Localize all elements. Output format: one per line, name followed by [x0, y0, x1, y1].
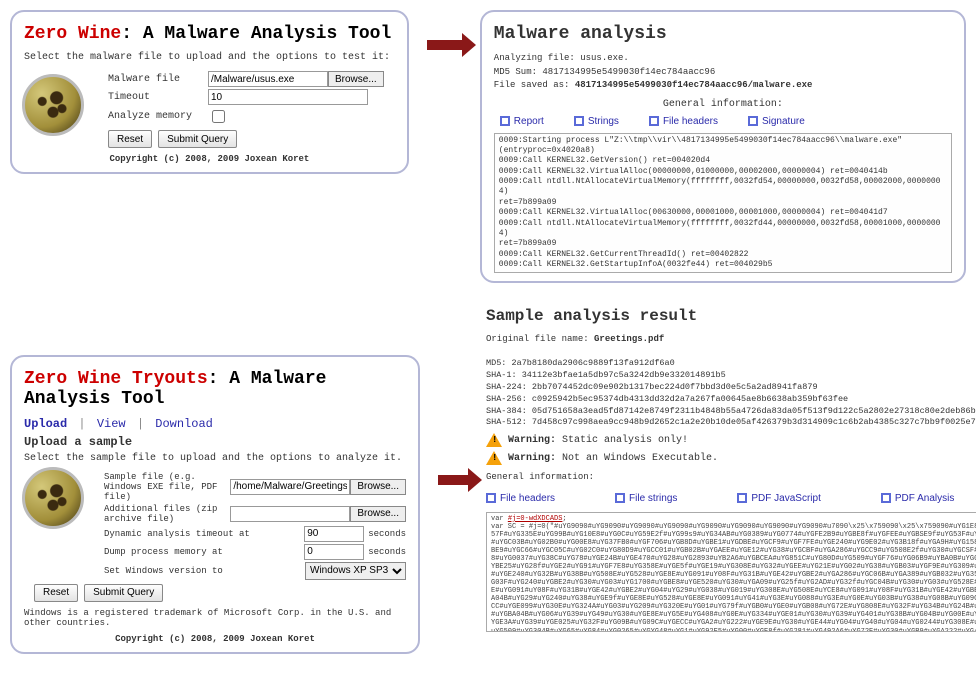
trace-log-box[interactable]: 0009:Starting process L"Z:\\tmp\\vir\\48…	[494, 133, 952, 273]
warning-not-exe: Warning: Not an Windows Executable.	[486, 451, 976, 465]
arrow-right-icon	[427, 40, 462, 50]
analyze-memory-checkbox[interactable]	[212, 110, 225, 123]
arrow-connector	[438, 445, 468, 485]
upload-panel-tryouts: Zero Wine Tryouts: A Malware Analysis To…	[10, 355, 420, 654]
submit-button2[interactable]: Submit Query	[84, 584, 163, 602]
dyn-timeout-input[interactable]	[304, 526, 364, 542]
saved-line: File saved as: 4817134995e5499030f14ec78…	[494, 79, 952, 93]
upload-form: Malware file Browse... Timeout Analyze m…	[108, 71, 395, 148]
panel-title: Zero Wine: A Malware Analysis Tool	[24, 24, 395, 44]
additional-files-input[interactable]	[230, 506, 350, 522]
sample-title: Sample analysis result	[486, 307, 976, 325]
petri-dish-image	[22, 74, 84, 136]
report-link[interactable]: Report	[500, 116, 544, 127]
reset-button2[interactable]: Reset	[34, 584, 78, 602]
reset-button[interactable]: Reset	[108, 130, 152, 148]
analyze-memory-label: Analyze memory	[108, 111, 208, 122]
title-black: : A Malware Analysis Tool	[121, 24, 391, 44]
file-strings-link[interactable]: File strings	[615, 493, 677, 504]
signature-link[interactable]: Signature	[748, 116, 805, 127]
browse-button[interactable]: Browse...	[350, 479, 406, 495]
md5-line: MD5 Sum: 4817134995e5499030f14ec784aacc9…	[494, 66, 952, 80]
hash-md5: MD5: 2a7b8180da2906c9889f13fa912df6a0	[486, 358, 976, 370]
browse-button2[interactable]: Browse...	[350, 506, 406, 522]
winver-label: Set Windows version to	[104, 566, 305, 576]
hash-sha384: SHA-384: 05d751658a3ead5fd87142e8749f231…	[486, 406, 976, 418]
title-red: Zero Wine	[24, 24, 121, 44]
warning-icon	[486, 451, 502, 465]
general-info-header2: General information:	[486, 471, 976, 485]
dyn-timeout-label: Dynamic analysis timeout at	[104, 529, 304, 539]
orig-filename: Greetings.pdf	[594, 334, 664, 344]
doc-icon	[649, 116, 659, 126]
doc-icon	[748, 116, 758, 126]
javascript-dump-box[interactable]: var #j=0-wdXDCADS; var SC = #j=0("#uYG90…	[486, 512, 976, 632]
sample-analysis-panel: Sample analysis result Original file nam…	[486, 305, 976, 632]
result-links: Report Strings File headers Signature	[500, 116, 952, 127]
doc-icon	[486, 493, 496, 503]
nav-view[interactable]: View	[97, 417, 126, 431]
hash-list: MD5: 2a7b8180da2906c9889f13fa912df6a0 SH…	[486, 358, 976, 429]
arrow-connector	[427, 10, 462, 50]
seconds-unit2: seconds	[368, 547, 406, 557]
trademark-text: Windows is a registered trademark of Mic…	[24, 608, 406, 628]
doc-icon	[881, 493, 891, 503]
doc-icon	[737, 493, 747, 503]
malware-file-label: Malware file	[108, 74, 208, 85]
pdf-js-link[interactable]: PDF JavaScript	[737, 493, 820, 504]
timeout-label: Timeout	[108, 92, 208, 103]
doc-icon	[574, 116, 584, 126]
hash-sha512: SHA-512: 7d458c97c998aea9cc948b9d2652c1a…	[486, 417, 976, 429]
timeout-input[interactable]	[208, 89, 368, 105]
submit-button[interactable]: Submit Query	[158, 130, 237, 148]
upload-form2: Sample file (e.g. Windows EXE file, PDF …	[104, 472, 406, 580]
js-var: #j=0-wdXDCADS	[508, 515, 563, 523]
hash-sha1: SHA-1: 34112e3bfae1a5db97c5a3242db9e3320…	[486, 370, 976, 382]
copyright-text: Copyright (c) 2008, 2009 Joxean Koret	[24, 154, 395, 164]
doc-icon	[615, 493, 625, 503]
upload-prompt2: Select the sample file to upload and the…	[24, 453, 406, 464]
upload-panel-zerowine: Zero Wine: A Malware Analysis Tool Selec…	[10, 10, 409, 174]
nav-upload[interactable]: Upload	[24, 417, 67, 431]
result-title: Malware analysis	[494, 24, 952, 44]
warning-icon	[486, 433, 502, 447]
strings-link[interactable]: Strings	[574, 116, 619, 127]
malware-file-input[interactable]	[208, 71, 328, 87]
js-blob: #j=0("#uYG9090#uYG9090#uYG9090#uYG9090#u…	[491, 523, 976, 632]
sample-file-input[interactable]	[230, 479, 350, 495]
saved-prefix: File saved as:	[494, 80, 575, 90]
seconds-unit: seconds	[368, 529, 406, 539]
result2-links: File headers File strings PDF JavaScript…	[486, 493, 976, 504]
upload-subheader: Upload a sample	[24, 435, 406, 449]
orig-filename-line: Original file name: Greetings.pdf	[486, 333, 976, 347]
arrow-right-icon	[438, 475, 468, 485]
panel2-title: Zero Wine Tryouts: A Malware Analysis To…	[24, 369, 406, 409]
pdf-analysis-link[interactable]: PDF Analysis	[881, 493, 954, 504]
saved-path: 4817134995e5499030f14ec784aacc96/malware…	[575, 80, 813, 90]
analysis-result-panel: Malware analysis Analyzing file: usus.ex…	[480, 10, 966, 283]
sample-file-label: Sample file (e.g. Windows EXE file, PDF …	[104, 472, 230, 502]
orig-prefix: Original file name:	[486, 334, 594, 344]
winver-select[interactable]: Windows XP SP3	[305, 562, 406, 580]
general-info-header: General information:	[494, 99, 952, 110]
petri-dish-image	[22, 467, 84, 529]
file-headers-link[interactable]: File headers	[649, 116, 718, 127]
additional-files-label: Additional files (zip archive file)	[104, 504, 230, 524]
doc-icon	[500, 116, 510, 126]
upload-prompt: Select the malware file to upload and th…	[24, 52, 395, 63]
hash-sha224: SHA-224: 2bb7074452dc09e902b1317bec224d0…	[486, 382, 976, 394]
warning-static: Warning: Static analysis only!	[486, 433, 976, 447]
dump-input[interactable]	[304, 544, 364, 560]
file-headers-link2[interactable]: File headers	[486, 493, 555, 504]
analyzing-line: Analyzing file: usus.exe.	[494, 52, 952, 66]
dump-label: Dump process memory at	[104, 547, 304, 557]
title-red: Zero Wine Tryouts	[24, 369, 208, 389]
browse-button[interactable]: Browse...	[328, 71, 384, 87]
copyright-text2: Copyright (c) 2008, 2009 Joxean Koret	[24, 634, 406, 644]
nav-links: Upload | View | Download	[24, 417, 406, 431]
hash-sha256: SHA-256: c0925942b5ec95374db4313dd32d2a7…	[486, 394, 976, 406]
nav-download[interactable]: Download	[155, 417, 213, 431]
